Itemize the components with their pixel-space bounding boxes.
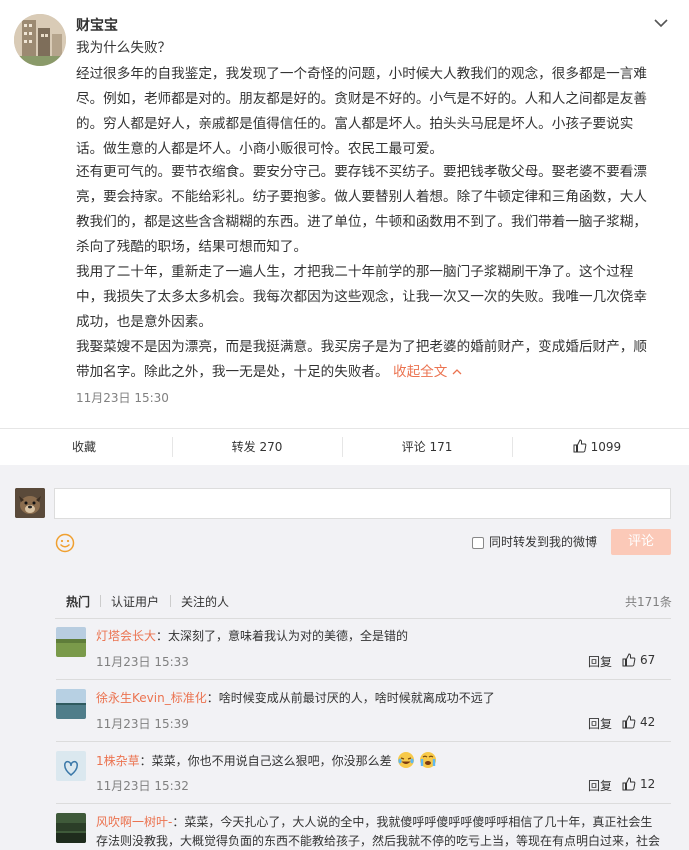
sync-repost-label: 同时转发到我的微博: [489, 535, 598, 549]
comment-time: 11月23日 15:39: [96, 717, 189, 731]
comment-input[interactable]: [54, 488, 671, 519]
divider: [56, 679, 671, 680]
comment-text-line: 风吹啊一树叶-：菜菜，今天扎心了，大人说的全中，我就傻呼呼傻呼呼傻呼呼相信了几十…: [96, 815, 653, 829]
post-time[interactable]: 11月23日 15:30: [76, 389, 169, 406]
post-line: 中，我损失了太多太多机会。我每次都因为这些观念，让我一次又一次的失败。我唯一几次…: [76, 289, 647, 305]
chevron-down-icon[interactable]: [652, 14, 670, 32]
post-line: 教我们的，都是这些含含糊糊的东西。进了单位，牛顿和函数用不到了。我们带着一脑子浆…: [76, 214, 647, 230]
author-avatar[interactable]: [14, 14, 66, 66]
reply-button[interactable]: 回复: [588, 777, 612, 794]
post-line: 杀向了残酷的职场，结果可想而知了。: [76, 239, 308, 255]
crying-emoji-icon: [420, 752, 437, 768]
thumbs-up-icon: [622, 653, 636, 667]
thumbs-up-icon: [622, 777, 636, 791]
tab-hot[interactable]: 热门: [66, 593, 90, 610]
author-name[interactable]: 财宝宝: [76, 15, 118, 35]
thumbs-up-icon: [622, 715, 636, 729]
post-line: 我用了二十年，重新走了一遍人生，才把我二十年前学的那一脑门子浆糊刷干净了。这个过…: [76, 264, 634, 280]
reply-button[interactable]: 回复: [588, 653, 612, 670]
post-line: 经过很多年的自我鉴定，我发现了一个奇怪的问题，小时候大人教我们的观念，很多都是一…: [76, 66, 647, 82]
comment-text-line: 灯塔会长大：太深刻了，意味着我认为对的美德，全是错的: [96, 629, 409, 643]
divider: [56, 741, 671, 742]
commenter-avatar[interactable]: [56, 689, 86, 719]
divider: [55, 618, 671, 619]
reply-button[interactable]: 回复: [588, 715, 612, 732]
submit-comment-button[interactable]: 评论: [611, 529, 671, 555]
post-line: 尽。例如，老师都是对的。朋友都是好的。贪财是不好的。小气是不好的。人和人之间都是…: [76, 91, 647, 107]
divider: [100, 595, 101, 607]
comment-like-button[interactable]: 42: [622, 715, 655, 729]
divider: [170, 595, 171, 607]
collapse-link[interactable]: 收起全文: [393, 364, 462, 380]
weibo-post: 财宝宝 我为什么失败？ 经过很多年的自我鉴定，我发现了一个奇怪的问题，小时候大人…: [0, 0, 689, 428]
commenter-avatar[interactable]: [56, 627, 86, 657]
emoji-icon[interactable]: [55, 533, 75, 553]
commenter-avatar[interactable]: [56, 813, 86, 843]
comment-button[interactable]: 评论 171: [342, 429, 512, 465]
divider: [56, 803, 671, 804]
action-bar: 收藏 转发 270 评论 171 1099: [0, 428, 689, 464]
like-button[interactable]: 1099: [512, 429, 682, 465]
commenter-avatar[interactable]: [56, 751, 86, 781]
post-line: 还有更可气的。要节衣缩食。要安分守己。要存钱不买纺子。要把钱孝敬父母。娶老婆不要…: [76, 164, 647, 180]
sync-repost-checkbox[interactable]: [472, 537, 484, 549]
post-line: 的。穷人都是好人，亲戚都是值得信任的。富人都是坏人。拍头头马屁是坏人。小孩子要说…: [76, 116, 634, 132]
post-last-line: 带加名字。除此之外，我一无是处，十足的失败者。 收起全文: [76, 360, 666, 385]
post-title: 我为什么失败？: [76, 40, 172, 56]
comment-time: 11月23日 15:32: [96, 779, 189, 793]
commenter-name[interactable]: 风吹啊一树叶-: [96, 815, 172, 829]
favorite-button[interactable]: 收藏: [30, 429, 140, 465]
comment-like-button[interactable]: 12: [622, 777, 655, 791]
comment-count: 共171条: [625, 595, 672, 609]
post-line: 带加名字。除此之外，我一无是处，十足的失败者。: [76, 364, 389, 380]
commenter-name[interactable]: 徐永生Kevin_标准化: [96, 691, 207, 705]
comment-like-button[interactable]: 67: [622, 653, 655, 667]
commenter-name[interactable]: 1株杂草: [96, 754, 140, 768]
comment-text-line: 存法则没教我，大概觉得负面的东西不能教给孩子，然后我就不停的吃亏上当，等现在有点…: [96, 834, 661, 848]
comment-text-line: 徐永生Kevin_标准化：啥时候变成从前最讨厌的人，啥时候就离成功不远了: [96, 691, 495, 705]
tab-following[interactable]: 关注的人: [181, 593, 229, 610]
my-avatar[interactable]: [15, 488, 45, 518]
post-line: 话。做生意的人都是坏人。小商小贩很可怜。农民工最可爱。: [76, 141, 444, 157]
post-line: 成功，也是意外因素。: [76, 314, 212, 330]
thumbs-up-icon: [573, 439, 587, 453]
tab-verified[interactable]: 认证用户: [111, 593, 159, 610]
repost-button[interactable]: 转发 270: [172, 429, 342, 465]
comment-time: 11月23日 15:33: [96, 655, 189, 669]
comment-section: 同时转发到我的微博 评论 热门 认证用户 关注的人 共171条 灯塔会长大：太深…: [0, 465, 689, 850]
laugh-cry-emoji-icon: [398, 752, 415, 768]
post-line: 我娶菜嫂不是因为漂亮，而是我挺满意。我买房子是为了把老婆的婚前财产，变成婚后财产…: [76, 339, 647, 355]
post-line: 亮，要会持家。不能给彩礼。纺子要抱爹。做人要替别人着想。除了牛顿定律和三角函数，…: [76, 189, 647, 205]
chevron-up-icon: [452, 369, 462, 375]
commenter-name[interactable]: 灯塔会长大: [96, 629, 156, 643]
comment-text-line: 1株杂草：菜菜，你也不用说自己这么狠吧，你没那么差: [96, 751, 671, 770]
